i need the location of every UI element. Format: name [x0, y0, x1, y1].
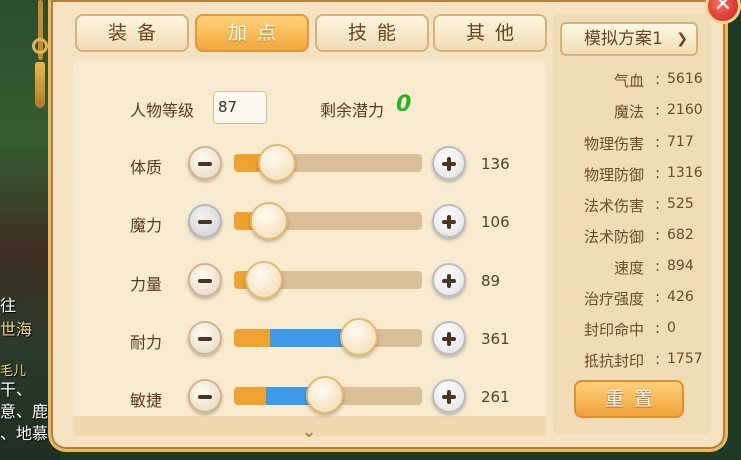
tab-other[interactable]: 其他 — [433, 14, 547, 52]
stat-colon: : — [655, 319, 661, 337]
attr-label-agility: 敏捷 — [130, 391, 163, 410]
stat-value: 525 — [667, 196, 694, 212]
attr-label-strength: 力量 — [130, 275, 163, 294]
constitution-slider-handle[interactable] — [258, 144, 296, 182]
attr-value-constitution: 136 — [481, 155, 510, 173]
hanging-ornament-icon — [30, 0, 50, 110]
stat-value: 0 — [667, 320, 676, 336]
scheme-dropdown[interactable]: 模拟方案1 ❯ — [560, 22, 698, 56]
endurance-slider-handle[interactable] — [340, 318, 378, 356]
stat-label: 抵抗封印 — [583, 352, 644, 370]
stat-colon: : — [655, 164, 661, 182]
stat-label: 治疗强度 — [583, 290, 644, 308]
stat-colon: : — [655, 350, 661, 368]
attr-label-magic: 魔力 — [130, 216, 163, 235]
stat-value: 5616 — [667, 71, 703, 87]
attr-label-constitution: 体质 — [130, 158, 163, 177]
stat-colon: : — [655, 257, 661, 275]
increase-strength-button[interactable] — [432, 263, 466, 297]
stat-colon: : — [655, 101, 661, 119]
stat-colon: : — [655, 70, 661, 88]
tab-skills[interactable]: 技能 — [315, 14, 429, 52]
increase-agility-button[interactable] — [432, 379, 466, 413]
expand-button[interactable]: ⌄ — [297, 421, 321, 442]
stat-colon: : — [655, 288, 661, 306]
attr-value-magic: 106 — [481, 213, 510, 231]
reset-button[interactable]: 重置 — [574, 380, 684, 418]
attr-value-strength: 89 — [481, 272, 501, 290]
tab-add-points[interactable]: 加点 — [195, 14, 309, 52]
stat-label: 法术伤害 — [583, 197, 644, 215]
stat-value: 682 — [667, 227, 694, 243]
decrease-magic-button[interactable] — [188, 204, 222, 238]
stat-colon: : — [655, 133, 661, 151]
stat-colon: : — [655, 226, 661, 244]
stat-value: 2160 — [667, 102, 703, 118]
scheme-label: 模拟方案1 — [584, 29, 663, 49]
stat-value: 1316 — [667, 165, 703, 181]
stat-value: 426 — [667, 289, 694, 305]
chevron-down-icon: ❯ — [676, 31, 688, 47]
stat-label: 法术防御 — [583, 228, 644, 246]
increase-constitution-button[interactable] — [432, 146, 466, 180]
stat-value: 894 — [667, 258, 694, 274]
attr-value-agility: 261 — [481, 388, 510, 406]
stat-value: 717 — [667, 134, 694, 150]
minus-icon — [198, 279, 212, 283]
chevron-down-icon: ⌄ — [301, 421, 317, 442]
close-icon: ✕ — [713, 0, 733, 17]
attr-label-endurance: 耐力 — [130, 333, 163, 352]
level-label: 人物等级 — [130, 101, 195, 120]
magic-slider-handle[interactable] — [250, 202, 288, 240]
tab-equipment[interactable]: 装备 — [75, 14, 189, 52]
level-input[interactable]: 87 — [213, 91, 267, 124]
strength-slider-handle[interactable] — [245, 261, 283, 299]
stat-colon: : — [655, 195, 661, 213]
stat-label: 封印命中 — [583, 321, 644, 339]
decrease-strength-button[interactable] — [188, 263, 222, 297]
decrease-endurance-button[interactable] — [188, 321, 222, 355]
agility-slider-handle[interactable] — [306, 376, 344, 414]
minus-icon — [198, 337, 212, 341]
stat-label: 气血 — [613, 72, 644, 90]
increase-magic-button[interactable] — [432, 204, 466, 238]
endurance-slider[interactable] — [234, 329, 422, 347]
stat-label: 物理防御 — [583, 166, 644, 184]
potential-value: 0 — [396, 92, 412, 117]
stat-value: 1757 — [667, 351, 703, 367]
increase-endurance-button[interactable] — [432, 321, 466, 355]
minus-icon — [198, 162, 212, 166]
stat-label: 速度 — [613, 259, 644, 277]
stat-label: 魔法 — [613, 103, 644, 121]
decrease-constitution-button[interactable] — [188, 146, 222, 180]
minus-icon — [198, 395, 212, 399]
decrease-agility-button[interactable] — [188, 379, 222, 413]
stat-label: 物理伤害 — [583, 135, 644, 153]
attr-value-endurance: 361 — [481, 330, 510, 348]
potential-label: 剩余潜力 — [320, 101, 385, 120]
minus-icon — [198, 220, 212, 224]
